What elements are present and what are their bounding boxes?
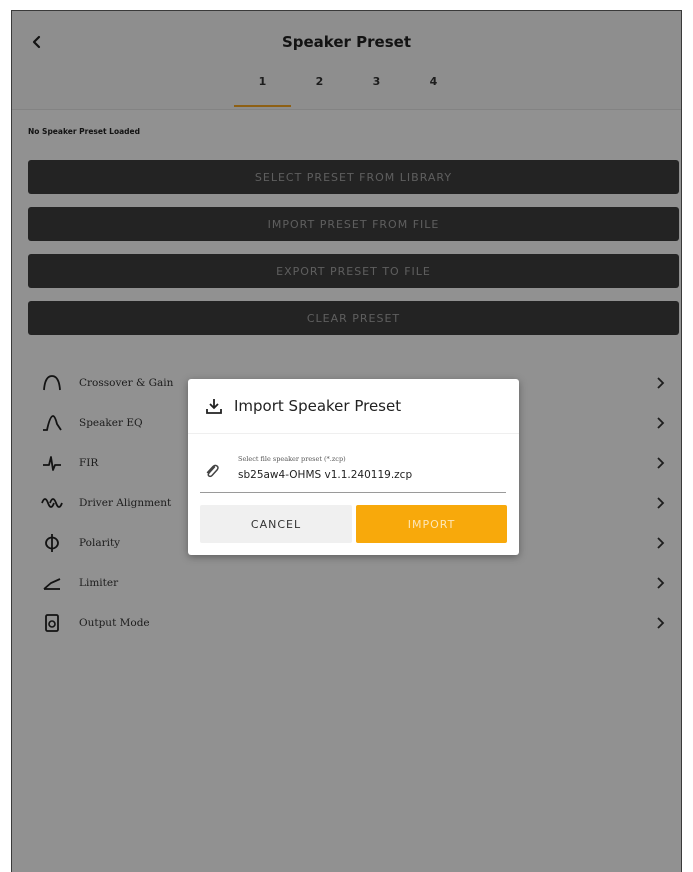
dialog-header: Import Speaker Preset (188, 379, 519, 434)
preset-file-field[interactable]: Select file speaker preset (*.zcp) sb25a… (200, 451, 506, 493)
import-preset-dialog: Import Speaker Preset Select file speake… (188, 379, 519, 555)
paperclip-icon (206, 464, 219, 478)
cancel-button[interactable]: CANCEL (200, 505, 352, 543)
app-window: Speaker Preset 1 2 3 4 No Speaker Preset… (11, 10, 682, 872)
dialog-title: Import Speaker Preset (234, 397, 402, 415)
field-value: sb25aw4-OHMS v1.1.240119.zcp (238, 469, 413, 481)
field-label: Select file speaker preset (*.zcp) (238, 455, 346, 463)
download-icon (204, 396, 224, 416)
import-button[interactable]: IMPORT (356, 505, 507, 543)
